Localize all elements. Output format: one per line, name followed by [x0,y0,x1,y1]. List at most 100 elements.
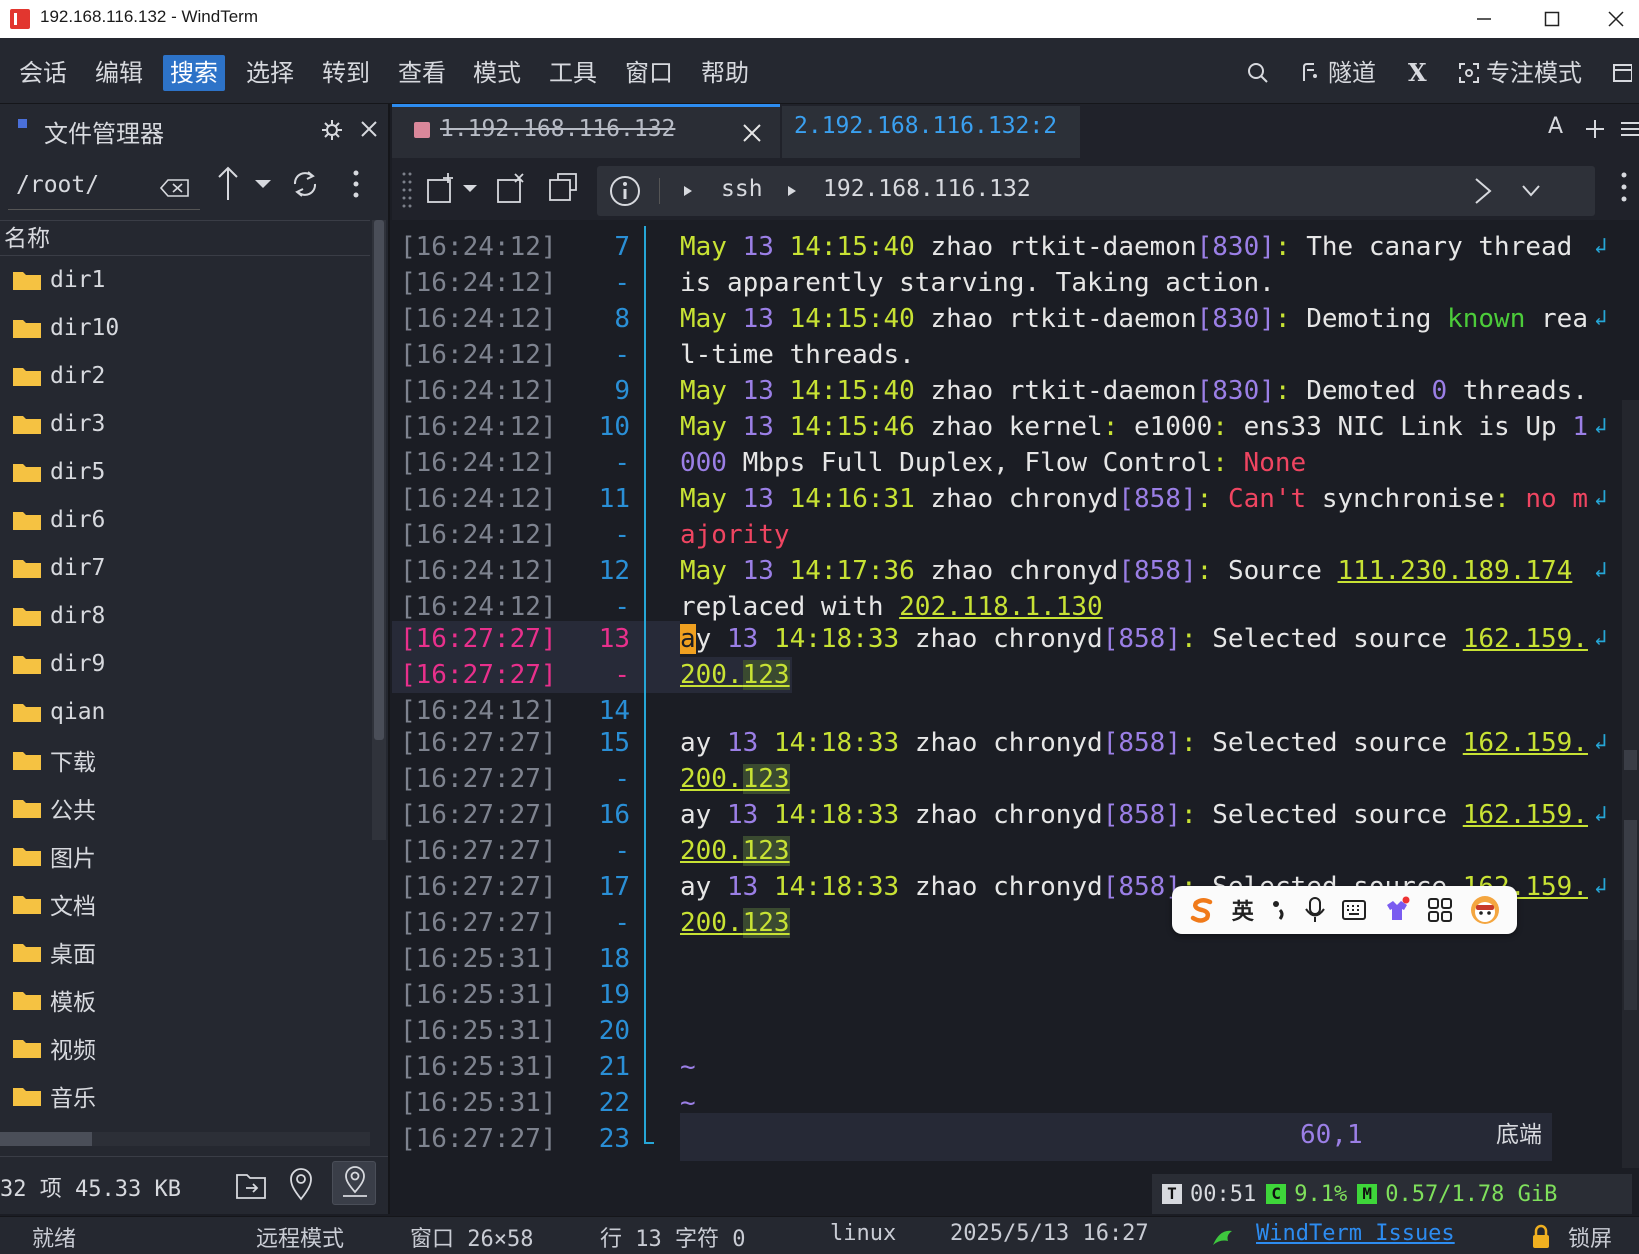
history-dropdown-icon[interactable] [254,178,272,190]
file-list-scrollbar[interactable] [372,220,386,840]
toolbar-more-icon[interactable] [1620,170,1628,204]
line-number: 17 [598,872,630,902]
file-list-item[interactable]: 音乐 [0,1072,370,1120]
menu-session[interactable]: 会话 [12,55,74,91]
maximize-button[interactable] [1524,0,1580,38]
file-list-item[interactable]: 公共 [0,784,370,832]
up-directory-icon[interactable] [216,166,240,202]
path-input-box[interactable]: /root/ [8,166,200,210]
column-header-name[interactable]: 名称 [0,220,370,256]
mascot-avatar-icon[interactable] [1469,894,1501,926]
menu-tools[interactable]: 工具 [542,55,604,91]
x-button[interactable]: X [1408,55,1427,91]
toolbox-grid-icon[interactable] [1427,897,1453,923]
file-list-item[interactable]: dir6 [0,496,370,544]
tab-session-2[interactable]: 2.192.168.116.132:2 [782,106,1080,158]
menu-view[interactable]: 查看 [391,55,453,91]
duplicate-session-icon[interactable] [548,170,580,204]
line-number: 10 [598,412,630,442]
close-window-button[interactable] [1592,0,1639,38]
file-list-item[interactable]: 文档 [0,880,370,928]
file-list-horizontal-scrollbar[interactable] [0,1132,370,1146]
menu-window[interactable]: 窗口 [618,55,680,91]
file-name: dir2 [50,363,106,389]
file-list-item[interactable]: dir5 [0,448,370,496]
line-number: - [614,836,630,866]
microphone-icon[interactable] [1304,896,1326,924]
host-label[interactable]: 192.168.116.132 [823,176,1031,202]
scrollbar-thumb[interactable] [374,220,384,740]
ime-toolbar[interactable]: 英 [1172,886,1517,934]
drag-handle-icon[interactable] [402,170,412,208]
tab-list-icon[interactable] [1620,120,1639,138]
file-list-item[interactable]: qian [0,688,370,736]
file-manager-header: 文件管理器 [0,104,388,156]
file-list-item[interactable]: dir3 [0,400,370,448]
keyboard-icon[interactable] [1341,899,1367,921]
ime-language[interactable]: 英 [1232,894,1254,926]
font-size-button[interactable]: A [1548,114,1563,139]
new-session-icon[interactable] [426,172,456,204]
open-in-terminal-icon[interactable] [234,1169,268,1201]
layout-button[interactable] [1612,55,1632,91]
tab-session-1[interactable]: 1.192.168.116.132 [392,104,780,158]
folder-icon [13,560,41,578]
file-list-item[interactable]: dir8 [0,592,370,640]
terminal-scrollbar[interactable] [1622,400,1639,1168]
file-list-item[interactable]: 下载 [0,736,370,784]
file-list-item[interactable]: dir1 [0,256,370,304]
close-session-icon[interactable] [496,172,526,204]
close-panel-icon[interactable] [360,120,378,138]
minimize-button[interactable] [1456,0,1512,38]
new-session-dropdown-icon[interactable] [462,184,478,194]
settings-gear-icon[interactable] [320,118,344,142]
protocol-label[interactable]: ssh [721,176,763,202]
status-window-size: 窗口 26×58 [410,1227,534,1252]
expand-dropdown-icon[interactable] [1521,184,1541,198]
line-number: - [614,520,630,550]
windterm-issues-link[interactable]: WindTerm Issues [1256,1221,1455,1246]
skin-icon[interactable] [1383,896,1411,924]
search-button[interactable] [1246,55,1270,91]
horizontal-scrollbar-thumb[interactable] [0,1132,92,1146]
location-pin-icon[interactable] [288,1167,314,1201]
info-icon[interactable] [609,175,641,207]
file-list-item[interactable]: 模板 [0,976,370,1024]
more-options-icon[interactable] [352,168,360,200]
menu-mode[interactable]: 模式 [466,55,528,91]
file-list-item[interactable]: dir9 [0,640,370,688]
forward-icon[interactable] [1473,177,1493,205]
address-bar[interactable]: ssh 192.168.116.132 [597,166,1595,216]
path-input[interactable]: /root/ [16,172,99,198]
tab-close-icon[interactable] [742,123,762,143]
menu-select[interactable]: 选择 [239,55,301,91]
folder-icon [13,1088,41,1106]
menu-help[interactable]: 帮助 [694,55,756,91]
file-list-item[interactable]: dir10 [0,304,370,352]
menu-search[interactable]: 搜索 [163,55,225,91]
time-badge: T [1162,1184,1182,1204]
clear-path-icon[interactable] [160,178,190,198]
focus-mode-button[interactable]: 专注模式 [1458,55,1582,91]
cpu-badge: C [1266,1184,1287,1204]
line-number: - [614,764,630,794]
terminal-scrollbar-thumb[interactable] [1624,820,1637,940]
sync-location-button[interactable] [332,1161,376,1205]
sogou-logo-icon[interactable] [1188,896,1216,924]
punctuation-icon[interactable] [1270,898,1288,922]
refresh-icon[interactable] [290,168,320,200]
file-list-item[interactable]: dir2 [0,352,370,400]
file-list-item[interactable]: 图片 [0,832,370,880]
status-remote-mode[interactable]: 远程模式 [256,1221,344,1253]
lock-screen-button[interactable]: 锁屏 [1568,1221,1612,1253]
tunnel-button[interactable]: 隧道 [1298,55,1376,91]
file-list-item[interactable]: 桌面 [0,928,370,976]
folder-icon [13,800,41,818]
file-list-item[interactable]: dir7 [0,544,370,592]
new-tab-icon[interactable] [1584,118,1606,140]
terminal-view[interactable]: [16:24:12] 7 [16:24:12] - [16:24:12] 8 [16:24:… [392,220,1622,1168]
file-list-item[interactable]: 视频 [0,1024,370,1072]
menu-goto[interactable]: 转到 [315,55,377,91]
menu-edit[interactable]: 编辑 [88,55,150,91]
folder-icon [13,1040,41,1058]
